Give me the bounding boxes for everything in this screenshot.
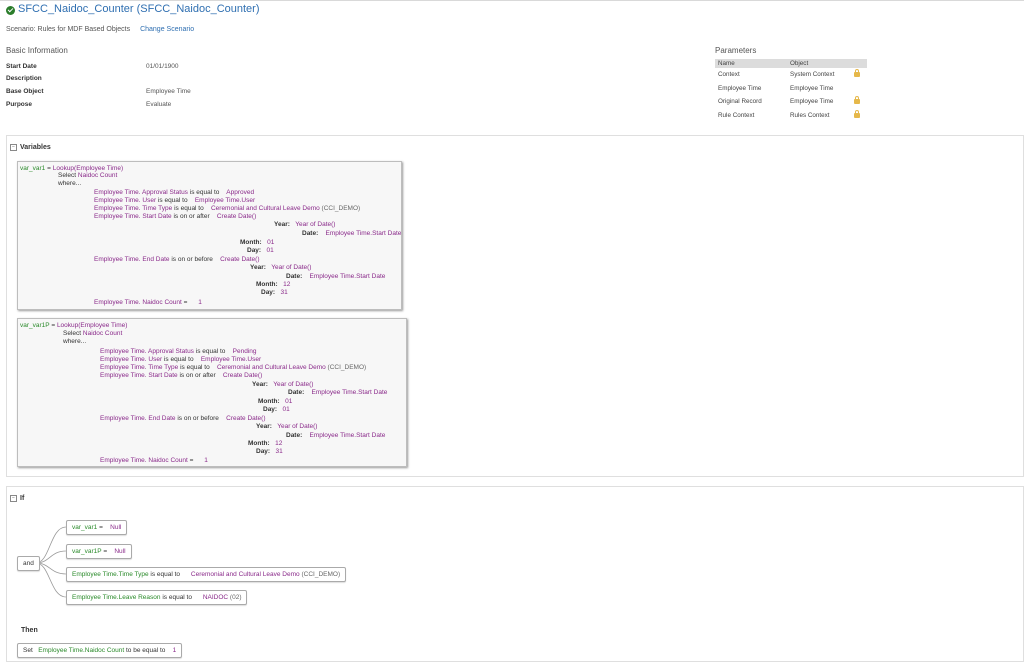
field-label-purpose: Purpose bbox=[6, 101, 33, 108]
page-title: SFCC_Naidoc_Counter (SFCC_Naidoc_Counter… bbox=[18, 3, 260, 15]
column-header-object: Object bbox=[787, 59, 851, 68]
parameters-header-row: Name Object bbox=[715, 59, 867, 68]
lookup-function: Lookup(Employee Time) bbox=[56, 322, 128, 329]
condition-row: Employee Time. Time Type is equal to Cer… bbox=[94, 205, 361, 212]
condition-row: Employee Time. Time Type is equal to Cer… bbox=[100, 364, 367, 371]
field-value-base-object: Employee Time bbox=[146, 88, 191, 95]
param-name: Original Record bbox=[718, 98, 762, 106]
condition-row: Employee Time. Start Date is on or after… bbox=[94, 213, 257, 220]
change-scenario-link[interactable]: Change Scenario bbox=[140, 26, 194, 33]
where-label: where... bbox=[58, 180, 82, 187]
condition-row: Employee Time. Naidoc Count = 1 bbox=[100, 457, 208, 464]
select-field: Naidoc Count bbox=[82, 330, 123, 337]
condition-row: Employee Time. User is equal to Employee… bbox=[94, 197, 256, 204]
param-name: Employee Time bbox=[718, 84, 762, 92]
param-object: Employee Time bbox=[790, 98, 834, 106]
lock-icon bbox=[854, 109, 860, 118]
lookup-function: Lookup(Employee Time) bbox=[52, 165, 124, 172]
variables-title: Variables bbox=[20, 144, 51, 151]
table-row: Context System Context bbox=[715, 68, 867, 82]
top-border bbox=[0, 0, 1024, 1]
field-value-purpose: Evaluate bbox=[146, 101, 172, 108]
condition-row: Employee Time. Approval Status is equal … bbox=[94, 189, 255, 196]
parameters-table: Name Object Context System Context Emplo… bbox=[715, 59, 867, 122]
param-object: Employee Time bbox=[790, 84, 834, 92]
then-action[interactable]: Set Employee Time.Naidoc Count to be equ… bbox=[17, 643, 183, 658]
table-row: Rule Context Rules Context bbox=[715, 109, 867, 123]
column-header-lock bbox=[851, 59, 867, 68]
scenario-row: Scenario: Rules for MDF Based Objects Ch… bbox=[6, 26, 194, 33]
table-row: Employee Time Employee Time bbox=[715, 82, 867, 96]
field-label-description: Description bbox=[6, 75, 42, 82]
lock-icon bbox=[854, 69, 860, 78]
then-title: Then bbox=[21, 627, 38, 634]
variable-name: var_var1 bbox=[20, 165, 46, 172]
condition-row: Employee Time. End Date is on or before … bbox=[94, 256, 260, 263]
expand-collapse-icon[interactable]: − bbox=[10, 144, 17, 151]
basic-info-title: Basic Information bbox=[6, 46, 68, 55]
table-row: Original Record Employee Time bbox=[715, 95, 867, 109]
expand-collapse-icon[interactable]: − bbox=[10, 495, 17, 502]
and-operator[interactable]: and bbox=[17, 556, 40, 571]
if-condition-var1[interactable]: var_var1 = Null bbox=[66, 520, 128, 535]
param-name: Context bbox=[718, 71, 740, 79]
where-label: where... bbox=[63, 338, 87, 345]
select-field: Naidoc Count bbox=[77, 172, 118, 179]
if-condition-var1p[interactable]: var_var1P = Null bbox=[66, 544, 132, 559]
if-title: If bbox=[20, 495, 25, 502]
lock-icon bbox=[854, 96, 860, 105]
scenario-label: Scenario: Rules for MDF Based Objects bbox=[6, 26, 131, 33]
field-label-base-object: Base Object bbox=[6, 88, 44, 95]
condition-row: Employee Time. Start Date is on or after… bbox=[100, 372, 263, 379]
variable-name: var_var1P bbox=[20, 322, 50, 329]
field-label-start-date: Start Date bbox=[6, 63, 37, 70]
variable-box-var1p[interactable]: var_var1P = Lookup(Employee Time) Select… bbox=[17, 318, 407, 467]
param-name: Rule Context bbox=[718, 111, 755, 119]
condition-row: Employee Time. Approval Status is equal … bbox=[100, 348, 257, 355]
condition-row: Employee Time. End Date is on or before … bbox=[100, 415, 266, 422]
variable-box-var1[interactable]: var_var1 = Lookup(Employee Time) Select … bbox=[17, 161, 402, 310]
param-object: System Context bbox=[790, 71, 835, 79]
if-condition-time-type[interactable]: Employee Time.Time Type is equal to Cere… bbox=[66, 567, 347, 582]
condition-row: Employee Time. Naidoc Count = 1 bbox=[94, 299, 202, 306]
param-object: Rules Context bbox=[790, 111, 830, 119]
check-circle-icon bbox=[6, 6, 15, 15]
parameters-title: Parameters bbox=[715, 46, 757, 55]
column-header-name: Name bbox=[715, 59, 787, 68]
if-condition-leave-reason[interactable]: Employee Time.Leave Reason is equal to N… bbox=[66, 590, 248, 605]
field-value-start-date: 01/01/1900 bbox=[146, 63, 179, 70]
condition-row: Employee Time. User is equal to Employee… bbox=[100, 356, 262, 363]
